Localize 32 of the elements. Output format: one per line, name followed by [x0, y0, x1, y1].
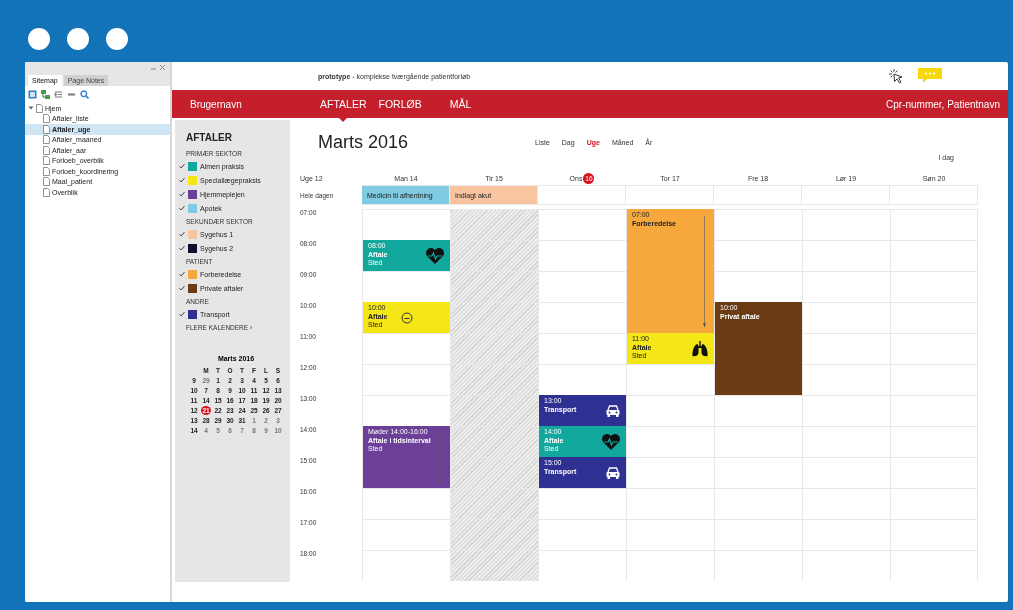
- minimize-close-icon[interactable]: [150, 63, 166, 71]
- heart-icon: [601, 432, 621, 451]
- minus-circle-icon: [401, 311, 413, 324]
- folder-tree-icon[interactable]: [41, 90, 50, 99]
- window-dot-icon: [28, 28, 50, 50]
- checkmark-icon[interactable]: [179, 271, 185, 277]
- caret-icon[interactable]: [28, 105, 34, 112]
- checkmark-icon[interactable]: [179, 245, 185, 251]
- checkmark-icon[interactable]: [179, 191, 185, 197]
- patient-name[interactable]: Cpr-nummer, Patientnavn: [886, 98, 1000, 110]
- car-icon: [605, 465, 621, 480]
- checkmark-icon[interactable]: [179, 177, 185, 183]
- sidebar-title: AFTALER: [186, 132, 233, 143]
- checkmark-icon[interactable]: [179, 205, 185, 211]
- search-icon[interactable]: [80, 90, 89, 99]
- month-title: Marts 2016: [317, 131, 410, 153]
- nav-tab[interactable]: MÅL: [447, 97, 474, 111]
- page-icon[interactable]: [28, 90, 37, 99]
- checkmark-icon[interactable]: [179, 231, 185, 237]
- checkmark-icon[interactable]: [179, 285, 185, 291]
- user-name[interactable]: Brugernavn: [190, 98, 318, 110]
- car-icon: [605, 403, 621, 418]
- window-dot-icon: [106, 28, 128, 50]
- checkmark-icon[interactable]: [179, 311, 185, 317]
- heart-icon: [425, 246, 445, 265]
- nav-tab[interactable]: AFTALER: [318, 97, 369, 123]
- indent-icon[interactable]: [54, 90, 63, 99]
- window-dot-icon: [67, 28, 89, 50]
- checkmark-icon[interactable]: [179, 163, 185, 169]
- nav-tab[interactable]: FORLØB: [376, 97, 424, 111]
- lungs-icon: [691, 339, 709, 358]
- cursor-click-icon[interactable]: [888, 68, 904, 84]
